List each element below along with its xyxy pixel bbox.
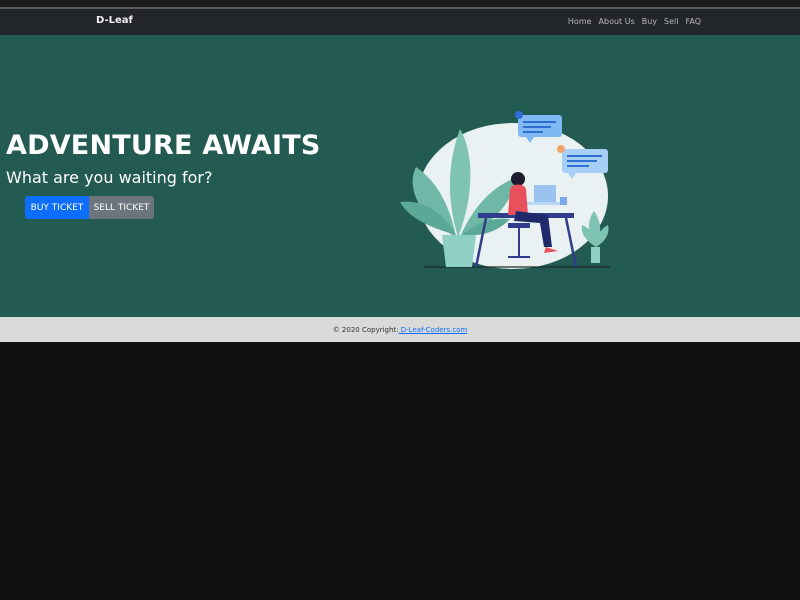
hero-title: ADVENTURE AWAITS xyxy=(6,130,321,161)
nav-link-about-us[interactable]: About Us xyxy=(599,17,635,26)
hero-section: ADVENTURE AWAITS What are you waiting fo… xyxy=(0,35,800,317)
footer-link[interactable]: D-Leaf-Coders.com xyxy=(399,326,468,334)
nav-link-home[interactable]: Home xyxy=(568,17,592,26)
buy-ticket-button[interactable]: BUY TICKET xyxy=(25,196,89,219)
nav-links: Home About Us Buy Sell FAQ xyxy=(568,17,701,26)
nav-link-buy[interactable]: Buy xyxy=(642,17,657,26)
nav-link-faq[interactable]: FAQ xyxy=(686,17,702,26)
hero-illustration xyxy=(400,111,610,269)
window-top-strip xyxy=(0,0,800,9)
footer-copyright-text: © 2020 Copyright: xyxy=(332,326,399,334)
footer: © 2020 Copyright: D-Leaf-Coders.com xyxy=(0,317,800,342)
brand-logo[interactable]: D-Leaf xyxy=(96,15,133,26)
nav-link-sell[interactable]: Sell xyxy=(664,17,678,26)
hero-subtitle: What are you waiting for? xyxy=(6,168,213,187)
page-background xyxy=(0,342,800,600)
footer-copyright: © 2020 Copyright: D-Leaf-Coders.com xyxy=(333,326,468,334)
navbar: D-Leaf Home About Us Buy Sell FAQ xyxy=(0,9,800,35)
sell-ticket-button[interactable]: SELL TICKET xyxy=(89,196,154,219)
